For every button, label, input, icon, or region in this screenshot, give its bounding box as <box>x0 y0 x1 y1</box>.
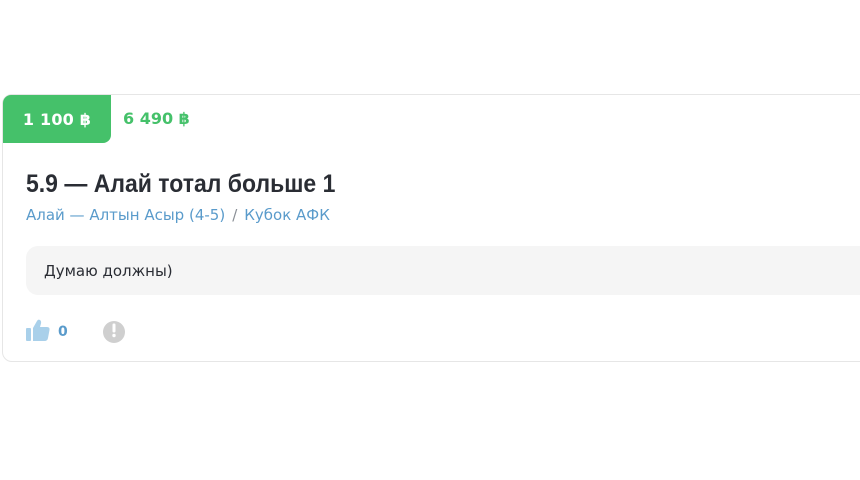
exclamation-icon <box>103 319 125 345</box>
match-link[interactable]: Алай — Алтын Асыр (4-5) <box>26 206 225 224</box>
like-count: 0 <box>58 324 68 340</box>
tournament-link[interactable]: Кубок АФК <box>244 206 330 224</box>
thumbs-up-icon <box>26 319 50 345</box>
breadcrumb: Алай — Алтын Асыр (4-5) / Кубок АФК <box>26 205 330 225</box>
bet-title: 5.9 — Алай тотал больше 1 <box>26 170 336 198</box>
comment-box: Думаю должны) <box>26 246 860 295</box>
like-button[interactable]: 0 <box>26 319 68 345</box>
report-button[interactable] <box>102 319 125 345</box>
payout-amount: 6 490 ฿ <box>123 109 190 128</box>
comment-text: Думаю должны) <box>44 261 173 280</box>
stake-badge: 1 100 ฿ <box>3 95 111 143</box>
bet-card: 1 100 ฿ 6 490 ฿ 5.9 — Алай тотал больше … <box>2 94 860 362</box>
card-actions: 0 <box>26 319 125 345</box>
breadcrumb-separator: / <box>232 206 238 224</box>
